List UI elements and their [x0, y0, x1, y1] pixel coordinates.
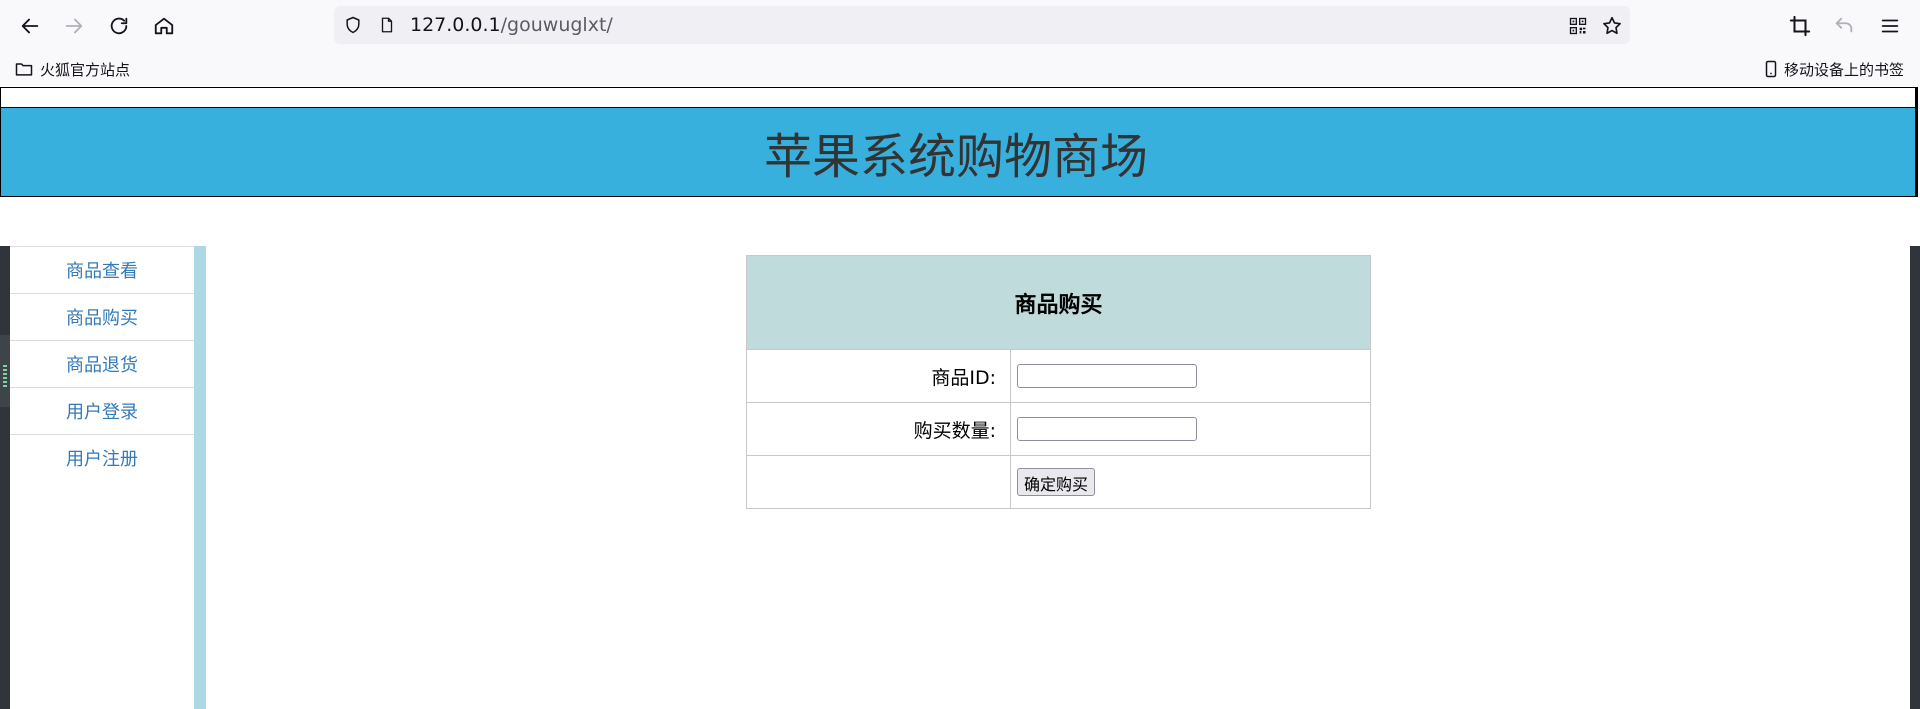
- submit-cell: 确定购买: [1010, 455, 1371, 509]
- address-bar[interactable]: 127.0.0.1/gouwuglxt/: [334, 6, 1630, 44]
- quantity-label: 购买数量:: [746, 402, 1011, 456]
- mobile-bookmarks-label: 移动设备上的书签: [1783, 60, 1904, 79]
- form-row-submit: 确定购买: [746, 455, 1371, 509]
- header-top-strip: [0, 87, 1916, 108]
- sidebar-item-user-login[interactable]: 用户登录: [10, 388, 194, 435]
- sidebar-item-buy-products[interactable]: 商品购买: [10, 294, 194, 341]
- url-path: /gouwuglxt/: [500, 14, 613, 36]
- screenshot-button[interactable]: [1784, 10, 1816, 42]
- reload-button[interactable]: [103, 10, 135, 42]
- left-dark-bar: [0, 246, 10, 709]
- sidebar-border: [194, 246, 206, 709]
- forward-button[interactable]: [58, 10, 90, 42]
- undo-button[interactable]: [1828, 10, 1860, 42]
- sidebar-item-view-products[interactable]: 商品查看: [10, 246, 194, 294]
- mobile-device-icon: [1765, 60, 1777, 78]
- hamburger-menu-icon: [1881, 19, 1899, 33]
- home-button[interactable]: [148, 10, 180, 42]
- bookmark-folder-label: 火狐官方站点: [40, 60, 131, 79]
- arrow-right-icon: [65, 18, 83, 34]
- browser-toolbar: 127.0.0.1/gouwuglxt/: [0, 0, 1920, 52]
- sidebar-item-return-products[interactable]: 商品退货: [10, 341, 194, 388]
- url-text: 127.0.0.1/gouwuglxt/: [410, 15, 613, 35]
- menu-button[interactable]: [1874, 10, 1906, 42]
- product-id-label: 商品ID:: [746, 349, 1011, 403]
- form-row-quantity: 购买数量:: [746, 402, 1371, 456]
- arrow-left-icon: [21, 18, 39, 34]
- confirm-purchase-button[interactable]: 确定购买: [1017, 468, 1096, 496]
- quantity-cell: [1010, 402, 1371, 456]
- empty-cell: [746, 455, 1011, 509]
- qr-code-icon[interactable]: [1566, 14, 1590, 38]
- right-dark-bar: [1910, 246, 1920, 709]
- home-icon: [154, 17, 174, 35]
- sidebar-nav: 商品查看 商品购买 商品退货 用户登录 用户注册: [10, 246, 194, 709]
- mobile-bookmarks[interactable]: 移动设备上的书签: [1762, 58, 1904, 80]
- page-info-icon[interactable]: [376, 14, 398, 36]
- crop-icon: [1789, 15, 1811, 37]
- bookmarks-toolbar: 火狐官方站点 移动设备上的书签: [0, 52, 1920, 86]
- site-header-banner: 苹果系统购物商场: [0, 107, 1916, 197]
- product-id-cell: [1010, 349, 1371, 403]
- quantity-input[interactable]: [1017, 417, 1197, 442]
- product-id-input[interactable]: [1017, 364, 1197, 389]
- url-host: 127.0.0.1: [410, 14, 501, 36]
- undo-icon: [1835, 17, 1853, 33]
- bookmark-folder-firefox[interactable]: 火狐官方站点: [14, 58, 130, 80]
- grip-icon: [3, 365, 7, 389]
- bookmark-star-icon[interactable]: [1600, 14, 1624, 38]
- header-right-edge: [1916, 87, 1918, 197]
- form-row-product-id: 商品ID:: [746, 349, 1371, 403]
- back-button[interactable]: [14, 10, 46, 42]
- purchase-form-table: 商品购买 商品ID: 购买数量: 确定购买: [746, 255, 1371, 509]
- sidebar-item-user-register[interactable]: 用户注册: [10, 435, 194, 481]
- folder-icon: [15, 63, 33, 76]
- reload-icon: [110, 17, 128, 35]
- shield-icon[interactable]: [342, 14, 364, 36]
- site-title: 苹果系统购物商场: [763, 129, 1148, 185]
- form-heading: 商品购买: [746, 255, 1371, 350]
